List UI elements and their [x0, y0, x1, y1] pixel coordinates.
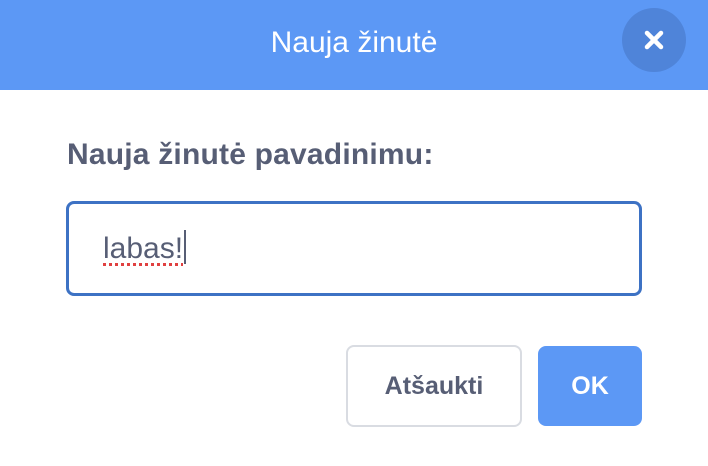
close-icon: [644, 30, 664, 50]
close-button[interactable]: [622, 8, 686, 72]
message-name-label: Nauja žinutė pavadinimu:: [67, 138, 434, 171]
dialog-header: Nauja žinutė: [0, 0, 708, 90]
input-value: labas!: [103, 232, 184, 265]
input-text-wrap: labas!: [103, 230, 187, 273]
dialog-title: Nauja žinutė: [270, 26, 438, 59]
ok-button[interactable]: OK: [538, 346, 642, 426]
text-caret: [184, 230, 187, 264]
new-message-dialog: Nauja žinutė Nauja žinutė pavadinimu: la…: [0, 0, 708, 466]
cancel-button[interactable]: Atšaukti: [346, 345, 522, 427]
message-name-input[interactable]: labas!: [66, 201, 642, 296]
